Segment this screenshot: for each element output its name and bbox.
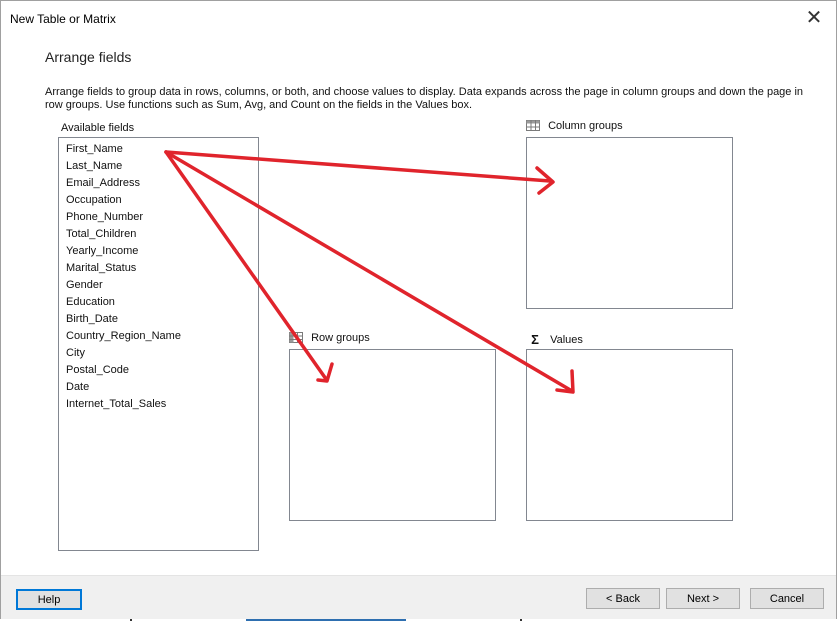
dialog-footer: Help < Back Next > Cancel [1,575,836,620]
values-label: Σ Values [529,332,583,347]
instructions-text: Arrange fields to group data in rows, co… [45,86,804,111]
new-table-or-matrix-dialog: New Table or Matrix ✕ Arrange fields Arr… [0,0,837,621]
field-item[interactable]: Gender [66,277,258,294]
field-item[interactable]: Marital_Status [66,260,258,277]
help-button[interactable]: Help [16,589,82,610]
column-groups-label-text: Column groups [548,120,623,132]
column-groups-label: Column groups [526,120,623,132]
field-item[interactable]: Internet_Total_Sales [66,396,258,413]
cancel-button[interactable]: Cancel [750,588,824,609]
available-fields-items: First_Name Last_Name Email_Address Occupati… [59,138,258,413]
field-item[interactable]: Email_Address [66,175,258,192]
field-item[interactable]: Country_Region_Name [66,328,258,345]
field-item[interactable]: Last_Name [66,158,258,175]
grid-icon [289,332,303,343]
field-item[interactable]: Birth_Date [66,311,258,328]
field-item[interactable]: Phone_Number [66,209,258,226]
window-title: New Table or Matrix [10,12,116,26]
sigma-icon: Σ [531,332,539,347]
available-fields-list[interactable]: First_Name Last_Name Email_Address Occupati… [58,137,259,551]
page-title: Arrange fields [45,49,132,65]
back-button[interactable]: < Back [586,588,660,609]
field-item[interactable]: Education [66,294,258,311]
field-item[interactable]: First_Name [66,141,258,158]
field-item[interactable]: Occupation [66,192,258,209]
row-groups-box[interactable] [289,349,496,521]
field-item[interactable]: Postal_Code [66,362,258,379]
title-bar: New Table or Matrix ✕ [1,1,836,37]
close-button[interactable]: ✕ [792,1,836,35]
field-item[interactable]: Date [66,379,258,396]
field-item[interactable]: Yearly_Income [66,243,258,260]
column-groups-box[interactable] [526,137,733,309]
values-box[interactable] [526,349,733,521]
close-icon: ✕ [805,7,823,29]
grid-icon [526,120,540,131]
row-groups-label-text: Row groups [311,332,370,344]
next-button[interactable]: Next > [666,588,740,609]
available-fields-label: Available fields [61,122,135,134]
values-label-text: Values [550,334,583,346]
field-item[interactable]: City [66,345,258,362]
row-groups-label: Row groups [289,332,370,344]
field-item[interactable]: Total_Children [66,226,258,243]
